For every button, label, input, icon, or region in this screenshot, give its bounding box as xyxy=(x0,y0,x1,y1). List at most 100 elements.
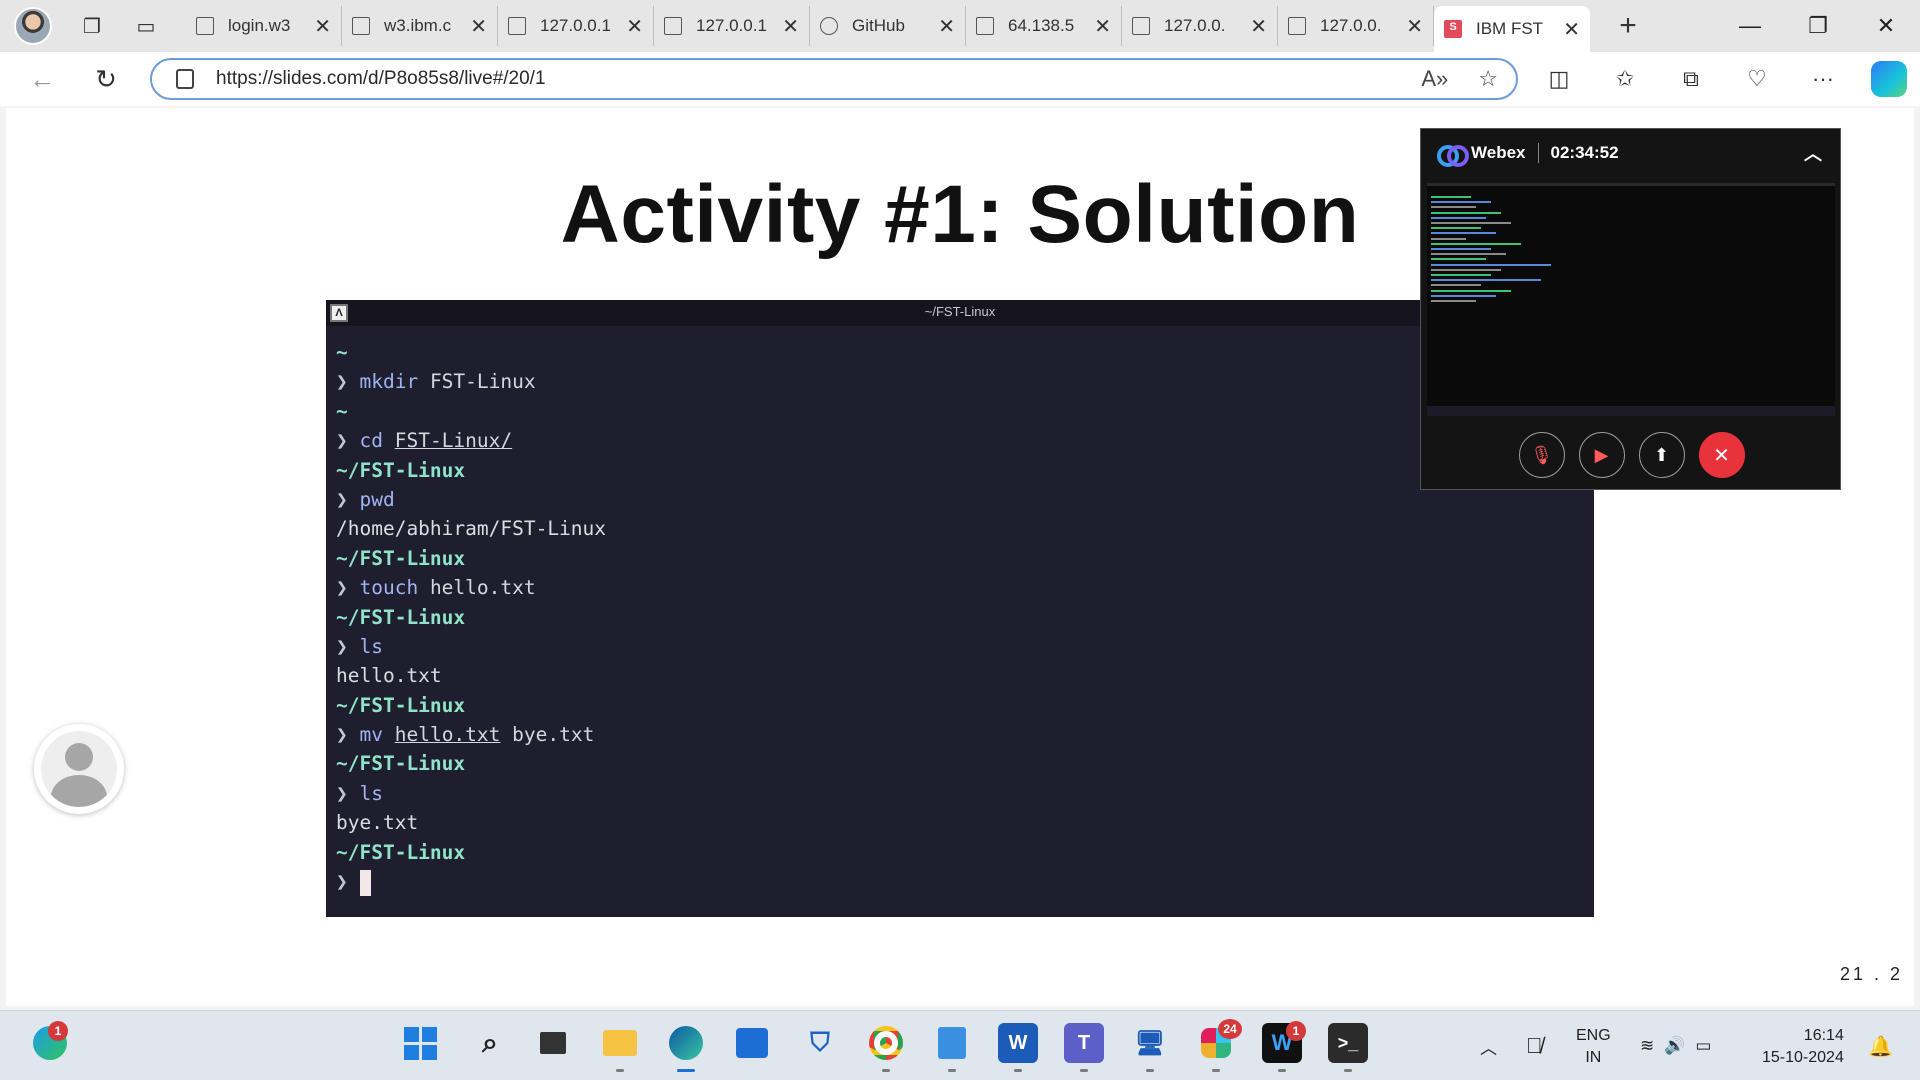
end-call-button[interactable]: ✕ xyxy=(1698,432,1745,478)
terminal-icon[interactable]: >_ xyxy=(1328,1023,1368,1063)
browser-tab[interactable]: 127.0.0.1 ✕ xyxy=(654,6,810,46)
tab-title: IBM FST xyxy=(1476,19,1544,38)
clock-date: 15-10-2024 xyxy=(1762,1049,1844,1066)
terminal-line: ❯ pwd xyxy=(336,485,1584,514)
address-bar[interactable]: https://slides.com/d/P8o85s8/live#/20/1 … xyxy=(150,58,1518,100)
split-screen-icon[interactable]: ◫ xyxy=(1540,60,1578,98)
terminal-line: hello.txt xyxy=(336,661,1584,690)
collections-icon[interactable]: ⧉ xyxy=(1672,60,1710,98)
terminal-command: touch xyxy=(359,576,419,600)
tab-close-icon[interactable]: ✕ xyxy=(1406,14,1423,39)
clock-time: 16:14 xyxy=(1803,1027,1844,1044)
webex-floating-window[interactable]: Webex 02:34:52 ︿ 🎙 ▶ ⬆ ✕ xyxy=(1420,128,1841,490)
tab-close-icon[interactable]: ✕ xyxy=(782,14,799,39)
microphone-muted-icon[interactable]: 🎙̸ xyxy=(1526,1011,1543,1080)
terminal-command: mv xyxy=(359,723,383,747)
windows-taskbar: 1 ⌕ ⛉ W T 🖥 24 W 1 >_ ︿ 🎙̸ ENG IN ≋ 🔊 ▭ … xyxy=(0,1010,1920,1080)
file-explorer-icon[interactable] xyxy=(600,1023,640,1063)
tab-strip: login.w3 ✕ w3.ibm.c ✕ 127.0.0.1 ✕ 127.0.0.1 ✕ Gi… xyxy=(186,0,1590,52)
tab-close-icon[interactable]: ✕ xyxy=(938,14,955,39)
notepad-icon[interactable] xyxy=(932,1023,972,1063)
reload-icon[interactable]: ↻ xyxy=(84,57,128,101)
language-indicator[interactable]: ENG IN xyxy=(1576,1025,1611,1069)
volume-icon: 🔊 xyxy=(1664,1036,1686,1055)
more-menu-icon[interactable]: ··· xyxy=(1804,60,1842,98)
share-screen-button[interactable]: ⬆ xyxy=(1638,432,1685,478)
widgets-badge: 1 xyxy=(48,1021,68,1041)
webex-app-name: Webex xyxy=(1471,143,1526,162)
chrome-icon[interactable] xyxy=(866,1023,906,1063)
page-icon xyxy=(976,17,994,35)
workspaces-icon[interactable]: ❐ xyxy=(78,12,106,40)
terminal-prompt: ❯ xyxy=(336,576,348,600)
tab-close-icon[interactable]: ✕ xyxy=(626,14,643,39)
lock-icon[interactable] xyxy=(176,69,194,89)
tab-actions-icon[interactable]: ▭ xyxy=(132,12,160,40)
page-icon xyxy=(1288,17,1306,35)
tab-close-icon[interactable]: ✕ xyxy=(314,14,331,39)
notifications-bell-icon[interactable]: 🔔 xyxy=(1868,1011,1893,1080)
tab-title: 64.138.5 xyxy=(1008,16,1075,35)
webex-header: Webex 02:34:52 ︿ xyxy=(1421,129,1840,177)
preview-text-line xyxy=(1431,263,1551,266)
edge-browser-icon[interactable] xyxy=(666,1023,706,1063)
microsoft-store-icon[interactable] xyxy=(732,1023,772,1063)
preview-text-line xyxy=(1431,206,1476,209)
tab-close-icon[interactable]: ✕ xyxy=(470,14,487,39)
minimize-icon[interactable]: — xyxy=(1716,0,1784,52)
preview-text-line xyxy=(1431,274,1491,276)
mute-microphone-button[interactable]: 🎙 xyxy=(1518,432,1565,478)
browser-tab[interactable]: 127.0.0. ✕ xyxy=(1278,6,1434,46)
browser-tab[interactable]: S IBM FST ✕ xyxy=(1434,6,1590,52)
terminal-directory: ~/FST-Linux xyxy=(336,605,466,629)
presenter-avatar[interactable] xyxy=(34,724,124,814)
preview-text-line xyxy=(1431,222,1511,224)
terminal-command: ls xyxy=(359,781,383,805)
page-icon xyxy=(664,17,682,35)
browser-tab[interactable]: 127.0.0. ✕ xyxy=(1122,6,1278,46)
new-tab-button[interactable]: + xyxy=(1610,9,1646,43)
tab-title: w3.ibm.c xyxy=(384,16,452,35)
tray-overflow-chevron-icon[interactable]: ︿ xyxy=(1480,1011,1497,1080)
system-tray-status[interactable]: ≋ 🔊 ▭ xyxy=(1640,1011,1711,1080)
task-view-icon[interactable] xyxy=(533,1023,573,1063)
terminal-command: pwd xyxy=(359,487,395,511)
browser-tab[interactable]: 64.138.5 ✕ xyxy=(966,6,1122,46)
browser-tab[interactable]: GitHub ✕ xyxy=(810,6,966,46)
preview-text-line xyxy=(1431,289,1511,292)
browser-tab[interactable]: w3.ibm.c ✕ xyxy=(342,6,498,46)
terminal-command-output: /home/abhiram/FST-Linux xyxy=(336,517,607,541)
tab-close-icon[interactable]: ✕ xyxy=(1563,17,1580,42)
url-text[interactable]: https://slides.com/d/P8o85s8/live#/20/1 xyxy=(216,68,1421,90)
close-window-icon[interactable]: ✕ xyxy=(1852,0,1920,52)
profile-avatar[interactable] xyxy=(14,7,52,45)
read-aloud-icon[interactable]: A» xyxy=(1421,66,1448,92)
defender-shield-icon[interactable]: ⛉ xyxy=(800,1023,840,1063)
start-windows-icon[interactable] xyxy=(400,1023,440,1063)
tab-close-icon[interactable]: ✕ xyxy=(1250,14,1267,39)
browser-navigation-bar: ← ↻ https://slides.com/d/P8o85s8/live#/2… xyxy=(0,52,1920,106)
tab-title: 127.0.0.1 xyxy=(540,16,611,35)
slack-badge: 24 xyxy=(1218,1019,1242,1039)
terminal-line: ❯ mv hello.txt bye.txt xyxy=(336,720,1584,749)
word-icon[interactable]: W xyxy=(998,1023,1038,1063)
terminal-screenshot: Λ ~/FST-Linux ~ ❯ mkdir FST-Linux ~ ❯ cd FS… xyxy=(326,300,1594,917)
collapse-chevron-icon[interactable]: ︿ xyxy=(1804,140,1822,166)
back-icon[interactable]: ← xyxy=(20,57,64,101)
stop-video-button[interactable]: ▶ xyxy=(1578,432,1625,478)
tab-close-icon[interactable]: ✕ xyxy=(1094,14,1111,39)
remote-desktop-icon[interactable]: 🖥 xyxy=(1130,1023,1170,1063)
favorites-icon[interactable]: ✩ xyxy=(1606,60,1644,98)
browser-tab[interactable]: 127.0.0.1 ✕ xyxy=(498,6,654,46)
clock[interactable]: 16:14 15-10-2024 xyxy=(1762,1025,1844,1069)
terminal-arguments xyxy=(383,429,395,452)
search-icon[interactable]: ⌕ xyxy=(470,1023,510,1063)
slide-page-number: 21 . 2 xyxy=(1840,964,1904,984)
terminal-window-title: ~/FST-Linux xyxy=(924,304,996,319)
favorite-star-icon[interactable]: ☆ xyxy=(1478,66,1498,92)
restore-icon[interactable]: ❐ xyxy=(1784,0,1852,52)
teams-icon[interactable]: T xyxy=(1064,1023,1104,1063)
browser-essentials-icon[interactable]: ♡ xyxy=(1738,60,1776,98)
copilot-icon[interactable] xyxy=(1870,60,1908,98)
browser-tab[interactable]: login.w3 ✕ xyxy=(186,6,342,46)
